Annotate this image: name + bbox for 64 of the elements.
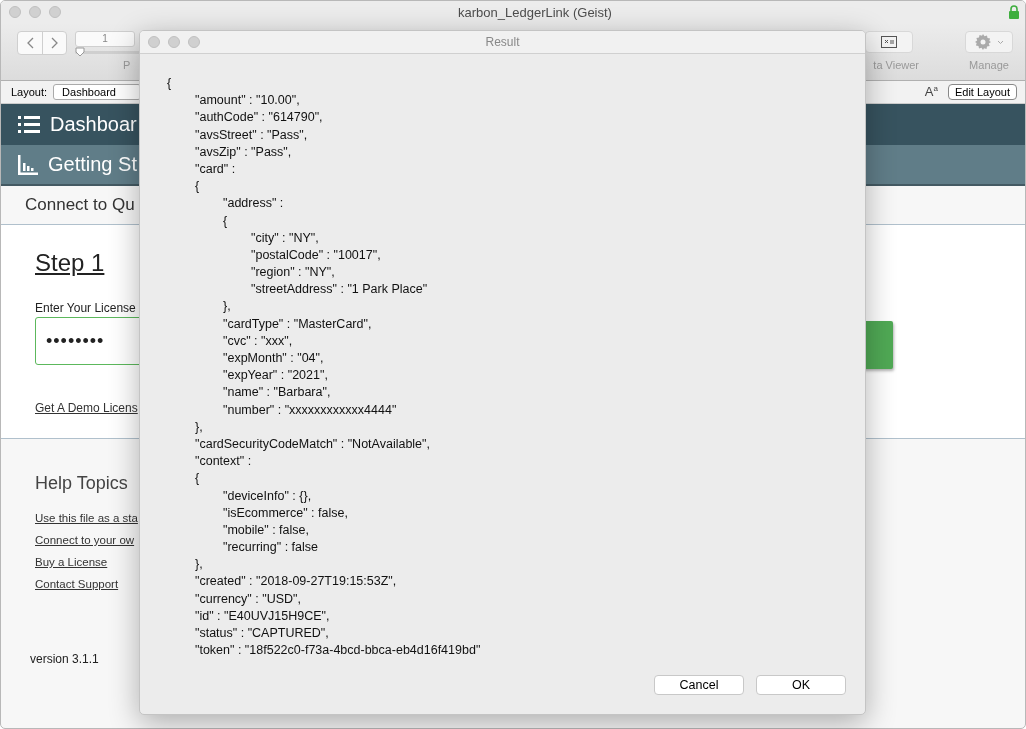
json-line: {	[167, 75, 173, 92]
nav-label: Dashboar	[50, 113, 137, 136]
json-line: "isEcommerce" : false,	[223, 504, 349, 522]
help-heading: Help Topics	[35, 473, 128, 494]
json-line: "mobile" : false,	[223, 521, 310, 539]
json-line: {	[195, 470, 201, 488]
dialog-button[interactable]: Cancel	[654, 675, 744, 695]
nav-label: Getting St	[48, 153, 137, 176]
json-line: "cvc" : "xxx",	[223, 332, 294, 350]
demo-license-link[interactable]: Get A Demo Licens	[35, 401, 138, 415]
json-line: "address" :	[223, 195, 285, 213]
json-line: "authCode" : "614790",	[195, 109, 324, 127]
json-line: "postalCode" : "10017",	[251, 246, 382, 264]
json-line: "status" : "CAPTURED",	[195, 625, 330, 642]
data-viewer-button[interactable]	[865, 31, 914, 53]
toolbar-label: Manage	[969, 59, 1009, 71]
data-viewer-icon	[881, 36, 898, 48]
json-line: "name" : "Barbara",	[223, 384, 332, 402]
layout-dropdown[interactable]: Dashboard	[53, 84, 142, 100]
help-link[interactable]: Use this file as a sta	[35, 512, 138, 524]
json-line: "region" : "NY",	[251, 264, 336, 282]
json-line: "card" :	[195, 160, 237, 178]
json-line: "recurring" : false	[223, 539, 320, 557]
layout-label: Layout:	[11, 86, 48, 98]
json-line: "number" : "xxxxxxxxxxxx4444"	[223, 401, 398, 419]
caret-icon	[996, 39, 1004, 45]
toolbar-label: ta Viewer	[873, 59, 919, 71]
json-line: "avsZip" : "Pass",	[195, 143, 293, 161]
json-line: "streetAddress" : "1 Park Place"	[251, 281, 429, 299]
json-line: "cardSecurityCodeMatch" : "NotAvailable",	[195, 435, 431, 453]
window-title: karbon_LedgerLink (Geist)	[457, 4, 613, 20]
json-line: "deviceInfo" : {},	[223, 487, 313, 505]
json-line: "id" : "E40UVJ15H9CE",	[195, 607, 331, 625]
json-line: "amount" : "10.00",	[195, 92, 301, 110]
bar-chart-icon	[18, 154, 38, 175]
menu-icon	[18, 115, 40, 134]
json-line: "currency" : "USD",	[195, 590, 302, 608]
gear-icon	[974, 34, 991, 50]
json-line: "avsStreet" : "Pass",	[195, 126, 309, 144]
chevron-left-icon	[26, 37, 34, 49]
json-line: "expYear" : "2021",	[223, 367, 329, 385]
toolbar-label: P	[123, 59, 132, 71]
json-line: "city" : "NY",	[251, 229, 320, 247]
step-heading: Step 1	[35, 249, 105, 277]
field-label: Enter Your License	[35, 301, 136, 315]
json-line: "expMonth" : "04",	[223, 350, 325, 367]
json-line: "context" :	[195, 453, 253, 471]
dialog-title: Result	[484, 35, 521, 49]
edit-layout-button[interactable]: Edit Layout	[947, 84, 1017, 100]
json-line: "created" : "2018-09-27T19:15:53Z",	[195, 573, 398, 591]
version-label: version 3.1.1	[30, 652, 99, 666]
record-number-field[interactable]: 1	[75, 31, 135, 47]
json-line: "cardType" : "MasterCard",	[223, 315, 373, 333]
json-line: },	[195, 556, 204, 574]
help-link[interactable]: Contact Support	[35, 578, 119, 590]
help-link[interactable]: Buy a License	[35, 556, 108, 568]
chevron-right-icon	[51, 37, 58, 49]
manage-button[interactable]	[965, 31, 1013, 53]
text-size-button[interactable]: A$^{a}$	[924, 84, 938, 100]
json-line: },	[223, 298, 232, 316]
help-link[interactable]: Connect to your ow	[35, 534, 135, 546]
dialog-button[interactable]: OK	[756, 675, 846, 695]
json-line: "token" : "18f522c0-f73a-4bcd-bbca-eb4d16f419bd"	[195, 642, 482, 660]
json-line: },	[195, 418, 204, 436]
